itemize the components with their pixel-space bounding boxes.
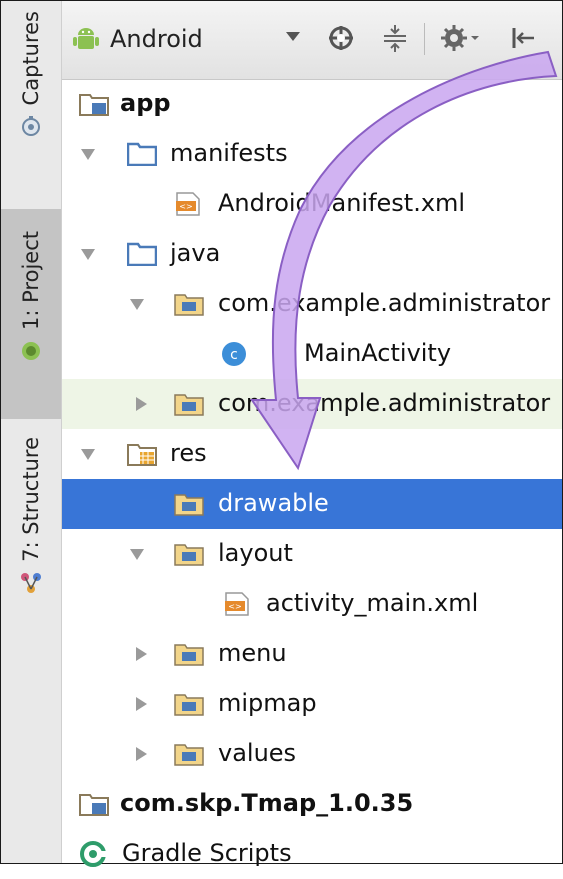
folder-icon	[127, 142, 157, 166]
svg-text:c: c	[230, 347, 238, 363]
folder-icon	[127, 242, 157, 266]
chevron-down-icon[interactable]	[81, 249, 95, 260]
tree-item-label: AndroidManifest.xml	[218, 189, 466, 217]
tree-item-mipmap[interactable]: mipmap	[62, 679, 562, 729]
chevron-down-icon[interactable]	[130, 549, 144, 560]
toolbar-divider	[424, 23, 425, 55]
tree-item-label: res	[170, 439, 207, 467]
tree-item-label: layout	[218, 539, 293, 567]
settings-icon[interactable]	[440, 23, 484, 53]
tab-project-label: 1: Project	[19, 231, 43, 330]
xml-file-icon: <>	[176, 192, 200, 216]
package-icon	[174, 694, 204, 716]
chevron-down-icon	[286, 32, 300, 41]
tree-item-label: values	[218, 739, 297, 767]
chevron-right-icon[interactable]	[136, 397, 147, 411]
package-icon	[174, 294, 204, 316]
tab-captures[interactable]: Captures	[1, 11, 61, 201]
package-icon	[174, 394, 204, 416]
tree-item-label: activity_main.xml	[266, 589, 479, 617]
side-tool-strip: Captures 1: Project 7: Structure	[1, 1, 62, 863]
tree-item-label: app	[120, 89, 171, 117]
tree-item-label: manifests	[170, 139, 288, 167]
tree-item-manifests[interactable]: manifests	[62, 129, 562, 179]
tree-item-label: mipmap	[218, 689, 317, 717]
package-icon	[174, 544, 204, 566]
tree-item-drawable[interactable]: drawable	[62, 479, 562, 529]
tree-item-res[interactable]: res	[62, 429, 562, 479]
view-selector-label: Android	[110, 25, 203, 53]
collapse-all-icon[interactable]	[380, 23, 410, 53]
svg-text:<>: <>	[179, 202, 192, 211]
svg-text:<>: <>	[228, 602, 241, 611]
tab-structure-label: 7: Structure	[19, 437, 43, 562]
project-toolbar: Android	[62, 1, 562, 80]
xml-file-icon: <>	[225, 592, 249, 616]
package-icon	[174, 744, 204, 766]
tree-item-activity-main[interactable]: <> activity_main.xml	[62, 579, 562, 629]
tree-item-tmap-module[interactable]: com.skp.Tmap_1.0.35	[62, 779, 562, 829]
tree-item-package[interactable]: com.example.administrator	[62, 279, 562, 329]
android-icon	[22, 341, 40, 360]
hide-panel-icon[interactable]	[508, 23, 538, 53]
tree-item-mainactivity[interactable]: c MainActivity	[62, 329, 562, 379]
chevron-right-icon[interactable]	[136, 697, 147, 711]
tree-item-package[interactable]: com.example.administrator	[62, 379, 562, 429]
tree-item-label: menu	[218, 639, 287, 667]
tree-item-label: java	[170, 239, 221, 267]
tab-project[interactable]: 1: Project	[1, 209, 61, 419]
chevron-down-icon[interactable]	[81, 149, 95, 160]
chevron-down-icon[interactable]	[130, 299, 144, 310]
tree-item-menu[interactable]: menu	[62, 629, 562, 679]
tree-item-androidmanifest[interactable]: <> AndroidManifest.xml	[62, 179, 562, 229]
tab-captures-label: Captures	[19, 11, 43, 106]
chevron-right-icon[interactable]	[136, 647, 147, 661]
package-icon	[174, 494, 204, 516]
res-folder-icon	[127, 444, 157, 466]
android-icon	[73, 28, 99, 49]
tree-item-label: Gradle Scripts	[122, 839, 292, 867]
captures-icon	[22, 116, 40, 137]
tree-item-app[interactable]: app	[62, 79, 562, 129]
tree-item-java[interactable]: java	[62, 229, 562, 279]
view-selector-dropdown[interactable]: Android	[72, 13, 308, 65]
tree-item-label: com.example.administrator	[218, 289, 551, 317]
structure-icon	[21, 572, 41, 593]
tree-item-layout[interactable]: layout	[62, 529, 562, 579]
module-folder-icon	[79, 94, 109, 116]
tree-item-label: MainActivity	[304, 339, 452, 367]
tree-item-values[interactable]: values	[62, 729, 562, 779]
package-icon	[174, 644, 204, 666]
chevron-down-icon[interactable]	[81, 449, 95, 460]
project-tool-window: Captures 1: Project 7: Structure Android…	[0, 0, 563, 867]
chevron-right-icon[interactable]	[136, 747, 147, 761]
tree-item-label: drawable	[218, 489, 329, 517]
tree-item-gradle-scripts[interactable]: Gradle Scripts	[62, 829, 562, 879]
tree-item-label: com.skp.Tmap_1.0.35	[120, 789, 414, 817]
module-folder-icon	[79, 794, 109, 816]
tab-structure[interactable]: 7: Structure	[1, 431, 61, 631]
class-icon: c	[222, 342, 246, 366]
sync-target-icon[interactable]	[326, 23, 356, 53]
tree-item-label: com.example.administrator	[218, 389, 551, 417]
